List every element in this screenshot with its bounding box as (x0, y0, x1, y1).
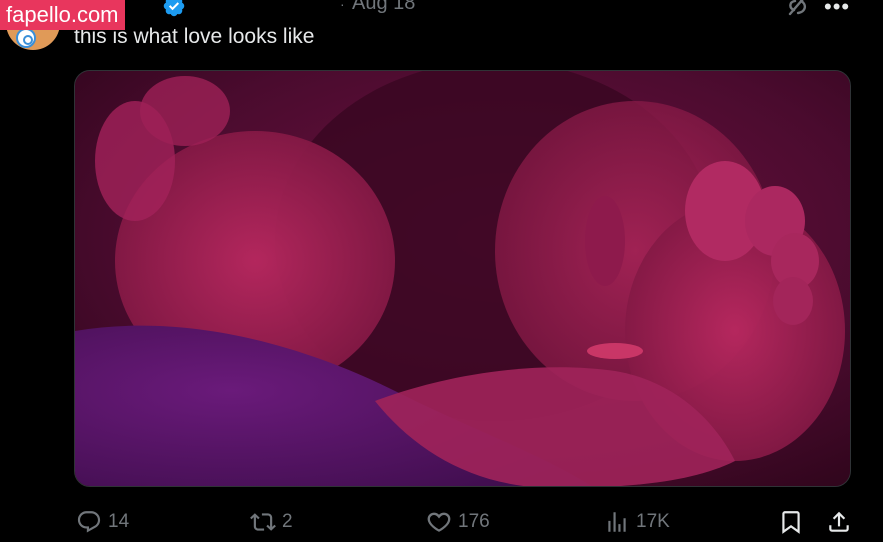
verified-badge-icon (163, 0, 185, 17)
more-icon[interactable]: ••• (824, 0, 850, 20)
grok-icon[interactable] (784, 0, 810, 18)
repost-icon (250, 513, 276, 531)
like-button[interactable]: 176 (426, 506, 490, 538)
tweet-media-image[interactable] (74, 70, 851, 487)
reply-icon (77, 511, 101, 533)
media-photo (75, 71, 850, 486)
bookmark-icon (782, 511, 800, 534)
like-count: 176 (458, 511, 490, 532)
reply-button[interactable]: 14 (76, 506, 129, 538)
views-count: 17K (636, 511, 670, 532)
tweet-actions: 14 2 176 17K (0, 506, 883, 538)
share-icon (829, 511, 849, 532)
tweet-page: fapello.com · Aug 18 ••• this is what lo… (0, 0, 883, 542)
views-button[interactable]: 17K (604, 506, 670, 538)
separator-dot: · (340, 0, 345, 12)
tweet-date[interactable]: Aug 18 (352, 0, 415, 15)
heart-icon (427, 512, 451, 533)
bookmark-button[interactable] (778, 506, 810, 538)
views-icon (608, 512, 626, 532)
repost-button[interactable]: 2 (250, 506, 293, 538)
repost-count: 2 (282, 511, 293, 532)
watermark: fapello.com (0, 0, 125, 30)
reply-count: 14 (108, 511, 130, 532)
avatar-graphic (16, 28, 36, 48)
share-button[interactable] (826, 506, 858, 538)
